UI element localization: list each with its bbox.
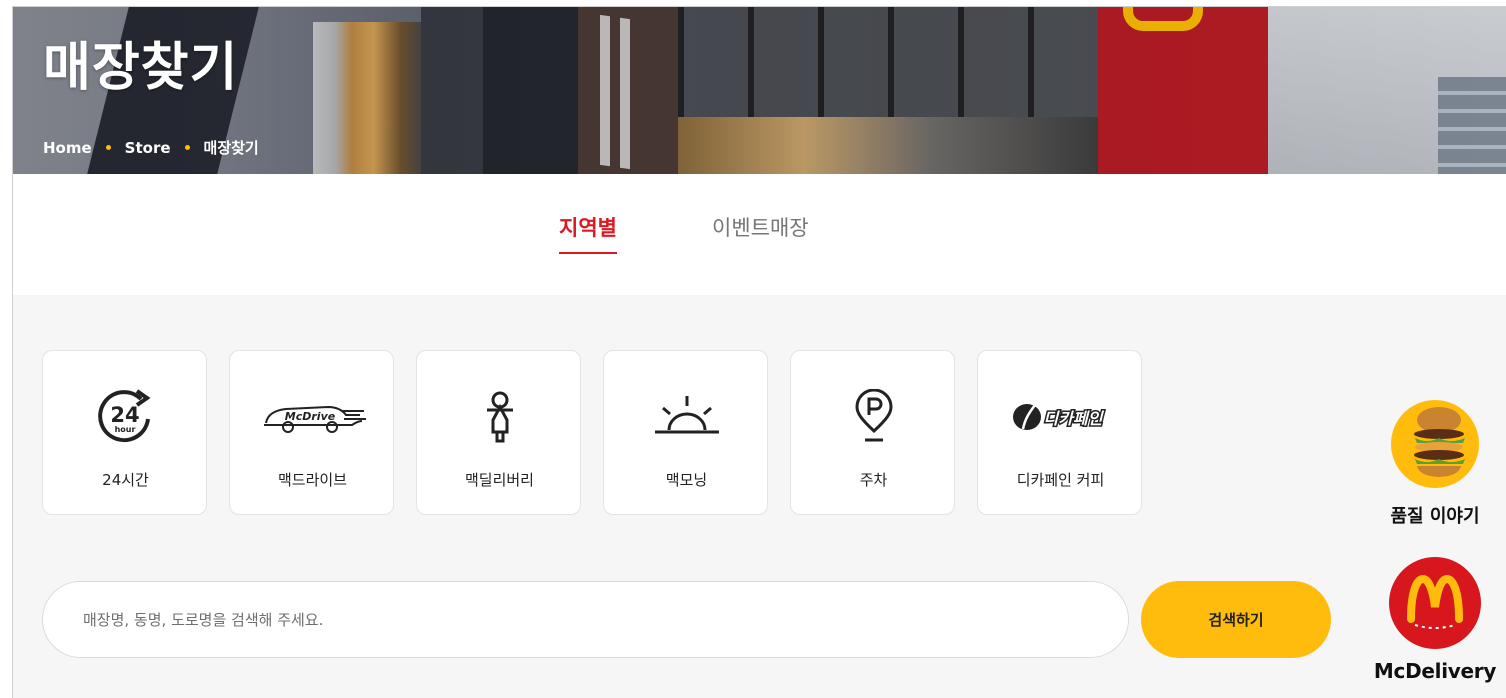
24-hour-icon: 24 hour <box>43 387 208 447</box>
filter-mcmorning[interactable]: 맥모닝 <box>603 350 768 515</box>
search-input[interactable] <box>83 582 1083 657</box>
search-button[interactable]: 검색하기 <box>1141 581 1331 658</box>
hero-banner: 매장찾기 Home Store 매장찾기 <box>13 7 1506 174</box>
quality-story-label: 품질 이야기 <box>1390 506 1480 527</box>
page-title: 매장찾기 <box>43 38 239 98</box>
mcdelivery-label: McDelivery <box>1373 659 1497 683</box>
mcdrive-car-icon: McDrive <box>230 387 395 447</box>
breadcrumb-separator <box>184 145 190 150</box>
filter-label: 맥딜리버리 <box>464 471 534 489</box>
24-hour-icon-unit: hour <box>114 425 135 434</box>
breadcrumb: Home Store 매장찾기 <box>43 137 259 158</box>
mcdelivery-shortcut[interactable]: McDelivery <box>1365 557 1505 683</box>
filter-label: 디카페인 커피 <box>1016 471 1105 489</box>
tab-region[interactable]: 지역별 <box>559 212 617 254</box>
burger-icon <box>1391 400 1479 488</box>
search-box <box>42 581 1129 658</box>
filter-label: 24시간 <box>102 471 149 489</box>
filter-label: 맥드라이브 <box>277 471 347 489</box>
sunrise-icon <box>604 387 769 447</box>
quality-story-shortcut[interactable]: 품질 이야기 <box>1375 400 1495 528</box>
page-frame: 매장찾기 Home Store 매장찾기 지역별 이벤트매장 24 hour 2… <box>12 6 1506 698</box>
filter-mcdrive[interactable]: McDrive 맥드라이브 <box>229 350 394 515</box>
mcdelivery-logo-icon <box>1389 557 1481 649</box>
tab-event-store[interactable]: 이벤트매장 <box>712 212 809 252</box>
decaf-logo-text: 디카페인 <box>1043 409 1104 428</box>
tab-bar: 지역별 이벤트매장 <box>13 174 1506 295</box>
filter-label: 맥모닝 <box>665 471 708 489</box>
filter-label: 주차 <box>859 471 888 489</box>
decaf-logo-icon: 디카페인 <box>978 387 1143 447</box>
filter-decaf[interactable]: 디카페인 디카페인 커피 <box>977 350 1142 515</box>
24-hour-icon-number: 24 <box>110 403 139 427</box>
filter-24h[interactable]: 24 hour 24시간 <box>42 350 207 515</box>
breadcrumb-store[interactable]: Store <box>125 139 171 157</box>
breadcrumb-separator <box>105 145 111 150</box>
filter-mcdelivery[interactable]: 맥딜리버리 <box>416 350 581 515</box>
breadcrumb-home[interactable]: Home <box>43 139 92 157</box>
filter-list: 24 hour 24시간 McDrive 맥드라이브 맥딜리버리 맥모닝 주차 … <box>42 350 1142 515</box>
breadcrumb-current: 매장찾기 <box>203 139 259 157</box>
mcdrive-logo-text: McDrive <box>284 410 335 423</box>
filter-parking[interactable]: 주차 <box>790 350 955 515</box>
parking-pin-icon <box>791 387 956 447</box>
delivery-scooter-icon <box>417 387 582 447</box>
